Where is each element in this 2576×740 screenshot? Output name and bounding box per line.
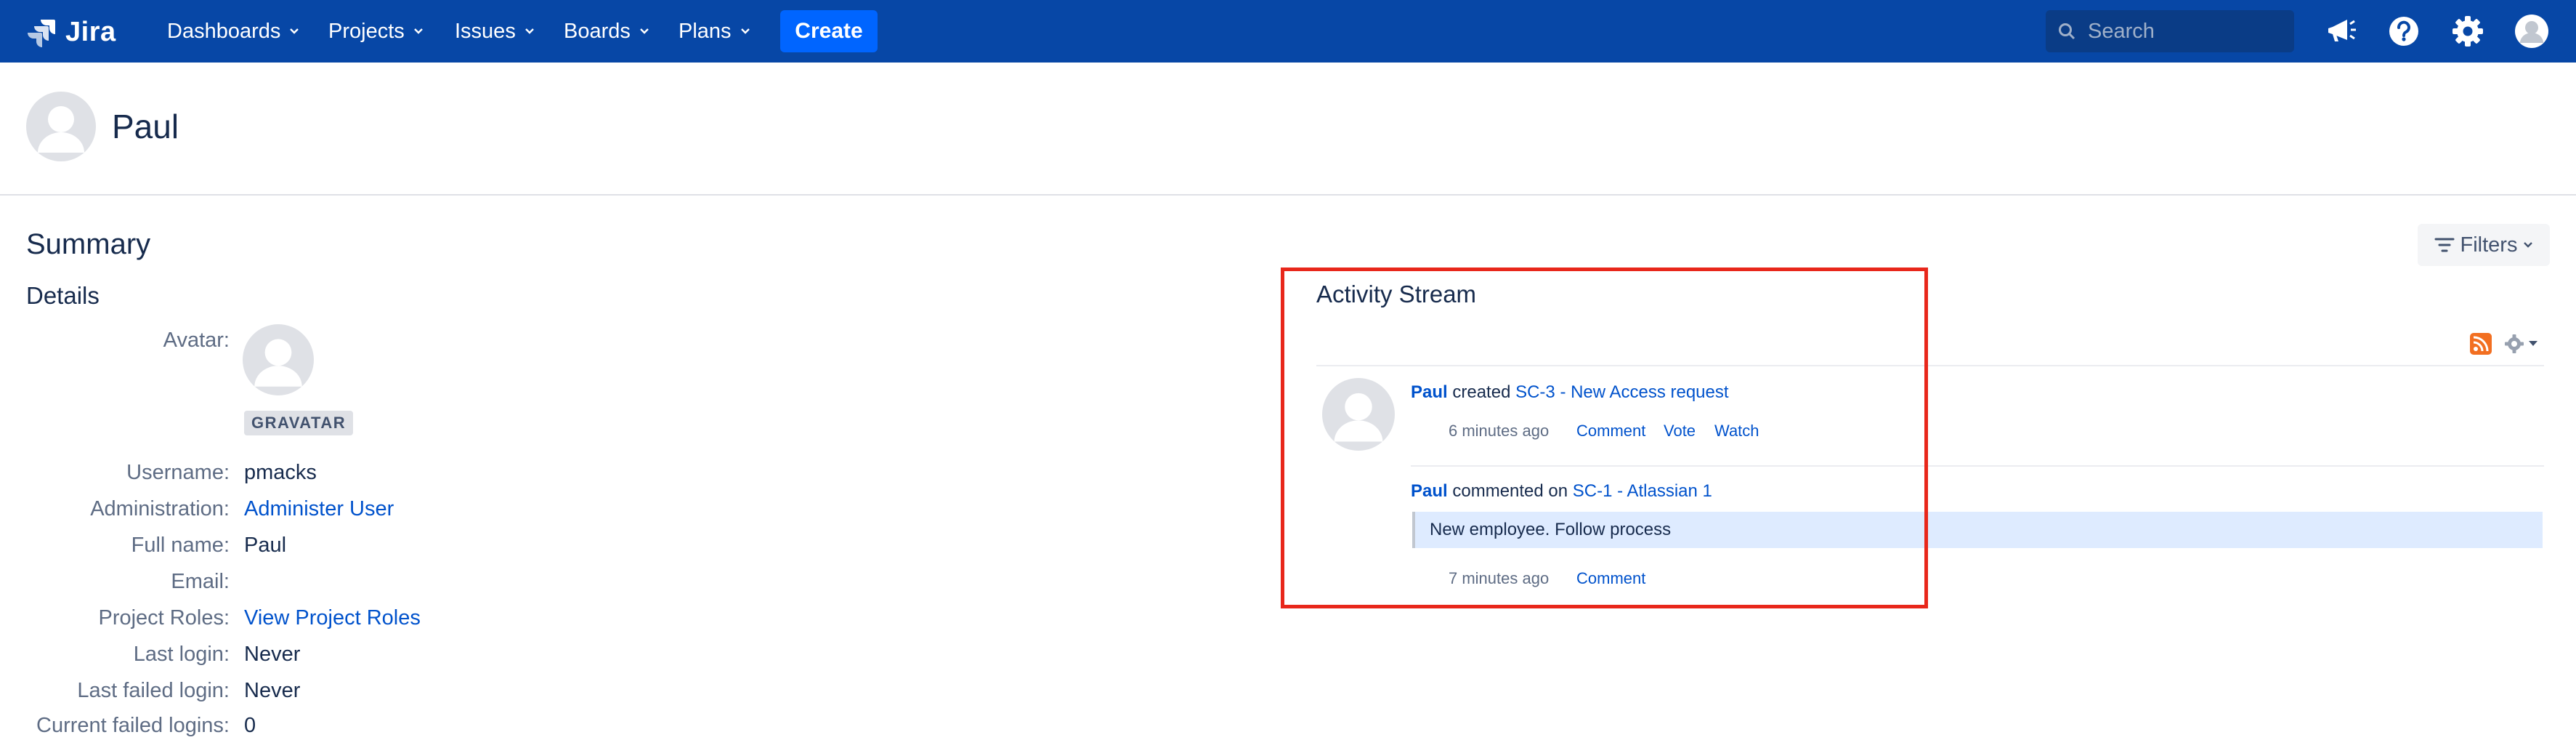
detail-key: Email: bbox=[171, 569, 230, 593]
nav-plans[interactable]: Plans bbox=[679, 15, 750, 48]
administer-user-link[interactable]: Administer User bbox=[244, 497, 394, 521]
avatar bbox=[26, 92, 96, 161]
header-divider bbox=[0, 194, 2576, 196]
summary-title: Summary bbox=[26, 228, 151, 260]
chevron-down-icon bbox=[740, 28, 750, 34]
highlight-box bbox=[1281, 268, 1928, 608]
avatar bbox=[243, 324, 314, 395]
detail-value: 0 bbox=[244, 713, 256, 737]
nav-plans-label: Plans bbox=[679, 19, 732, 43]
nav-projects-label: Projects bbox=[328, 19, 405, 43]
detail-row-administration: Administration: Administer User bbox=[0, 494, 394, 523]
settings-button[interactable] bbox=[2450, 13, 2486, 49]
rss-feed-icon[interactable] bbox=[2470, 333, 2492, 355]
chevron-down-icon bbox=[640, 28, 649, 34]
search-icon bbox=[2059, 23, 2075, 40]
help-button[interactable] bbox=[2386, 13, 2422, 49]
detail-key: Last login: bbox=[133, 642, 230, 666]
detail-key: Administration: bbox=[90, 496, 230, 520]
detail-key: Full name: bbox=[131, 533, 230, 557]
detail-row-last-failed-login: Last failed login: Never bbox=[0, 676, 300, 705]
nav-issues[interactable]: Issues bbox=[455, 15, 535, 48]
detail-row-full-name: Full name: Paul bbox=[0, 531, 286, 560]
detail-key: Project Roles: bbox=[98, 606, 230, 630]
detail-key: Last failed login: bbox=[77, 678, 230, 702]
nav-dashboards-label: Dashboards bbox=[167, 19, 281, 43]
filters-button[interactable]: Filters bbox=[2418, 224, 2550, 266]
create-button[interactable]: Create bbox=[780, 10, 878, 52]
jira-logo-icon bbox=[28, 20, 55, 47]
detail-key: Avatar: bbox=[163, 328, 230, 352]
details-title: Details bbox=[26, 282, 100, 309]
caret-down-icon[interactable] bbox=[2528, 340, 2538, 347]
nav-projects[interactable]: Projects bbox=[328, 15, 424, 48]
jira-logo[interactable]: Jira bbox=[26, 16, 116, 48]
profile-menu-button[interactable] bbox=[2514, 13, 2550, 49]
detail-row-project-roles: Project Roles: View Project Roles bbox=[0, 603, 421, 632]
help-icon bbox=[2389, 17, 2418, 46]
detail-row-current-failed-logins: Current failed logins: 0 bbox=[0, 711, 256, 740]
chevron-down-icon bbox=[524, 28, 534, 34]
chevron-down-icon bbox=[413, 28, 423, 34]
detail-row-last-login: Last login: Never bbox=[0, 640, 301, 669]
detail-value: Never bbox=[244, 642, 301, 666]
top-navigation-bar: Jira Dashboards Projects Issues Boards P… bbox=[0, 0, 2576, 63]
detail-key: Username: bbox=[126, 460, 230, 484]
profile-header: Paul bbox=[26, 92, 179, 161]
chevron-down-icon bbox=[2524, 242, 2533, 248]
megaphone-icon bbox=[2328, 20, 2356, 41]
detail-value: Never bbox=[244, 678, 301, 702]
view-project-roles-link[interactable]: View Project Roles bbox=[244, 606, 421, 630]
detail-row-email: Email: bbox=[0, 567, 244, 596]
detail-row-username: Username: pmacks bbox=[0, 458, 317, 487]
gravatar-badge: GRAVATAR bbox=[244, 411, 354, 435]
detail-value: pmacks bbox=[244, 460, 317, 484]
nav-boards[interactable]: Boards bbox=[564, 15, 649, 48]
profile-name: Paul bbox=[112, 108, 179, 145]
notifications-button[interactable] bbox=[2323, 13, 2360, 49]
nav-dashboards[interactable]: Dashboards bbox=[167, 15, 299, 48]
nav-boards-label: Boards bbox=[564, 19, 631, 43]
user-avatar-icon bbox=[2515, 15, 2548, 48]
gear-icon[interactable] bbox=[2503, 333, 2525, 355]
detail-key: Current failed logins: bbox=[36, 713, 230, 737]
settings-icon bbox=[2453, 16, 2483, 47]
detail-value: Paul bbox=[244, 533, 287, 557]
detail-row-avatar: Avatar: bbox=[0, 326, 230, 355]
nav-issues-label: Issues bbox=[455, 19, 516, 43]
search-input[interactable] bbox=[2086, 18, 2285, 44]
filters-label: Filters bbox=[2460, 233, 2518, 257]
chevron-down-icon bbox=[290, 28, 299, 34]
search-box[interactable] bbox=[2046, 10, 2294, 52]
filter-icon bbox=[2434, 238, 2455, 252]
jira-logo-text: Jira bbox=[65, 16, 116, 47]
